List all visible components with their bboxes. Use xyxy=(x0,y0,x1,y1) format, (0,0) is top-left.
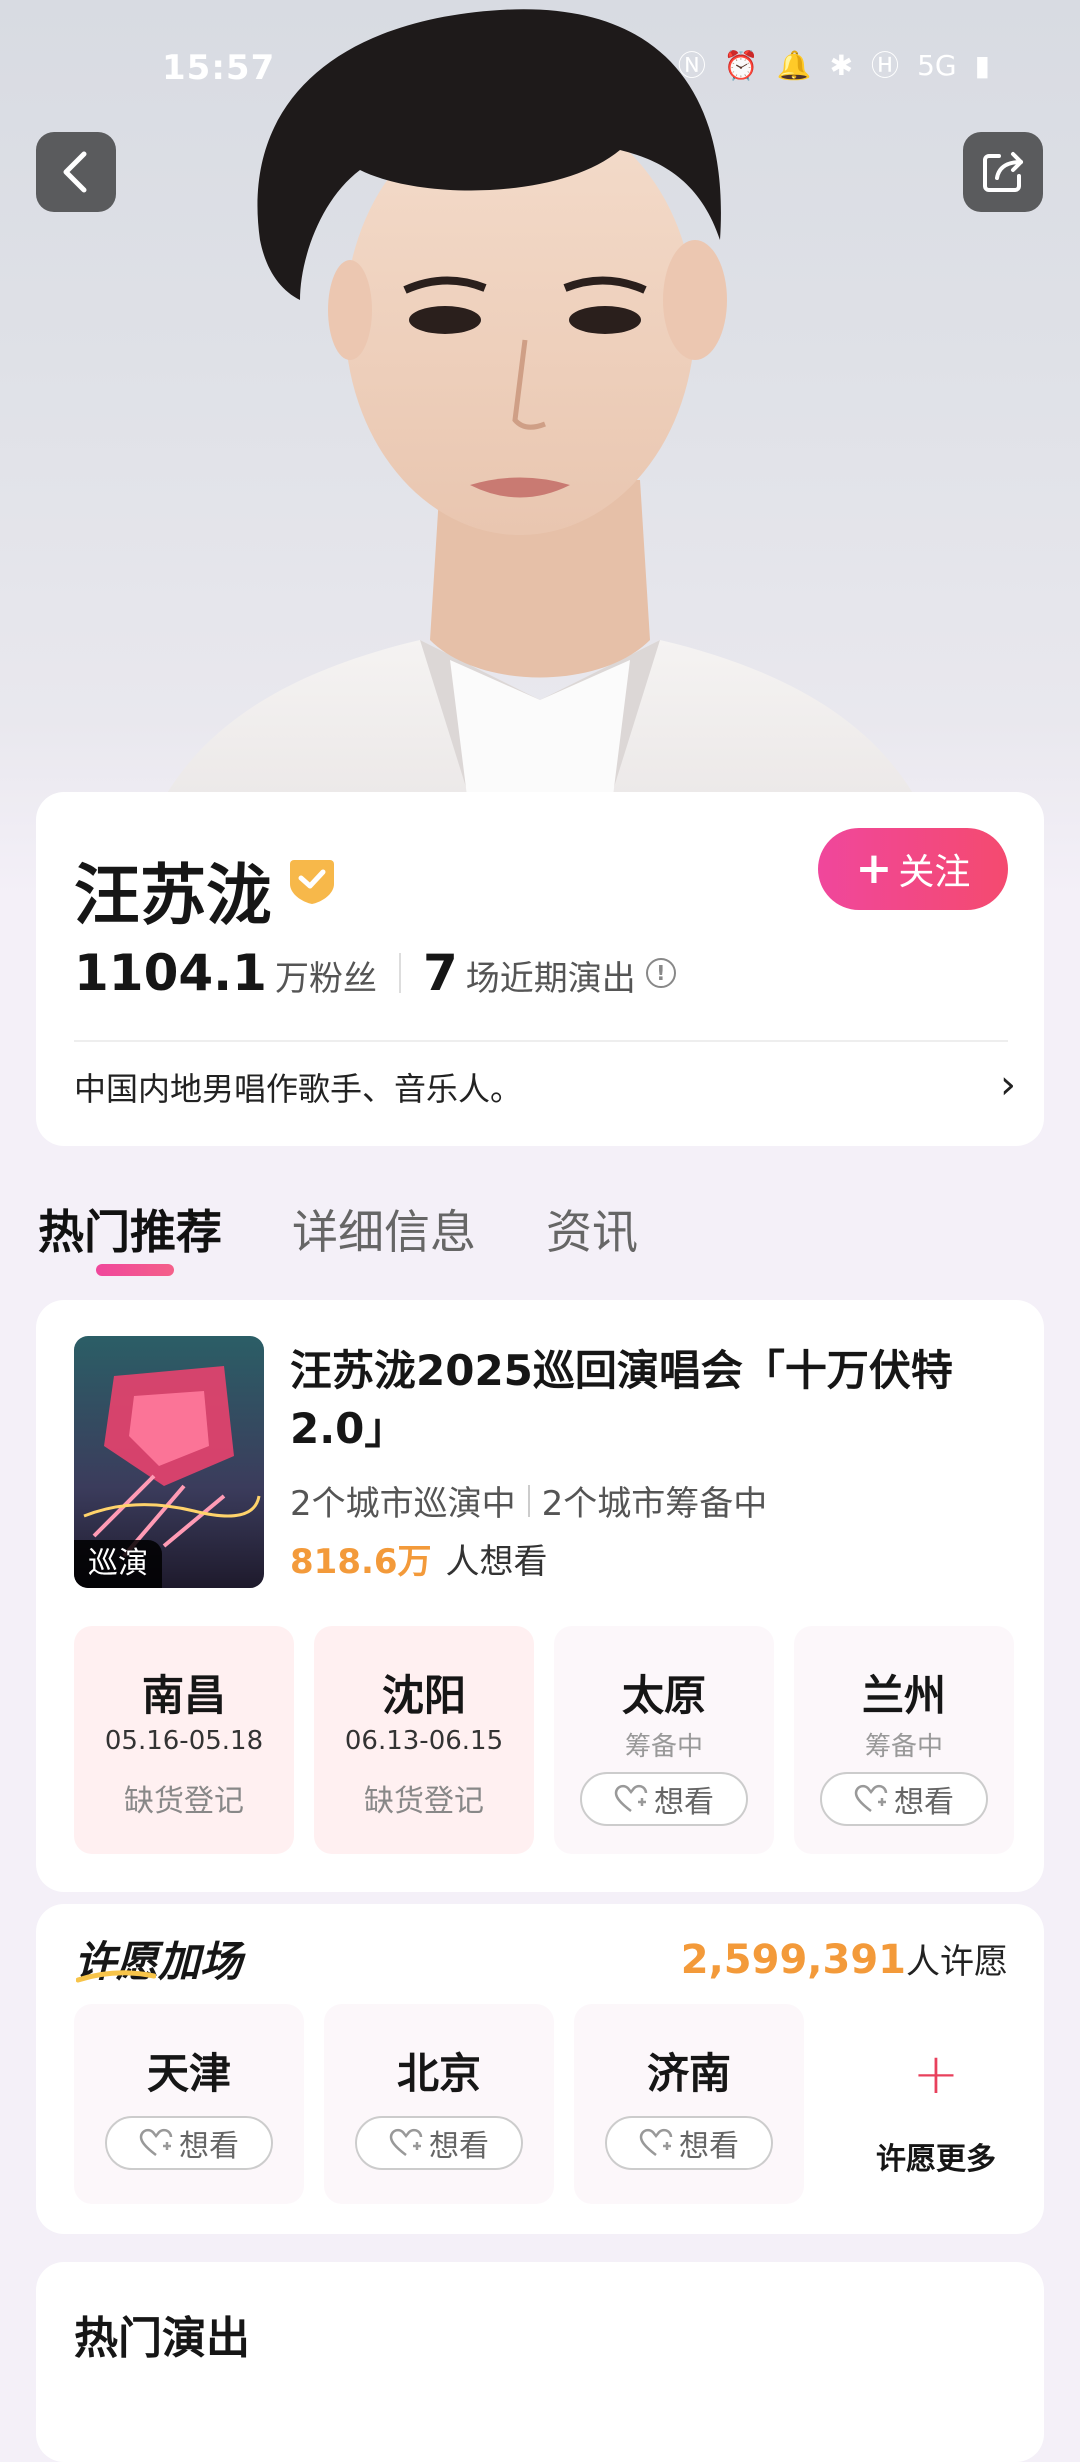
city-name: 兰州 xyxy=(861,1671,946,1720)
content-tabs: 热门推荐 详细信息 资讯 xyxy=(38,1196,638,1262)
hot-shows-section: 热门演出 xyxy=(36,2262,1044,2462)
follow-button[interactable]: + 关注 xyxy=(818,828,1008,910)
tab-hot-recommend[interactable]: 热门推荐 xyxy=(38,1196,222,1262)
want-label: 想看 xyxy=(654,1785,714,1820)
tour-card[interactable]: 巡演 汪苏泷2025巡回演唱会「十万伏特2.0」 2个城市巡演中 2个城市筹备中… xyxy=(36,1300,1044,1892)
tour-want-count: 818.6万 人想看 xyxy=(290,1534,548,1583)
city-pending-label: 筹备中 xyxy=(864,1732,943,1762)
poster-tag: 巡演 xyxy=(74,1540,162,1588)
wish-city-list: 天津 想看 北京 想看 济南 想看 xyxy=(74,2004,804,2204)
city-status: 缺货登记 xyxy=(364,1784,484,1819)
back-button[interactable] xyxy=(36,132,116,212)
want-button[interactable]: 想看 xyxy=(580,1772,748,1826)
want-suffix: 人想看 xyxy=(445,1542,548,1582)
battery-icon: ▮ xyxy=(974,49,990,82)
heart-plus-icon xyxy=(614,1784,648,1812)
alarm-icon: ⏰ xyxy=(723,49,759,82)
wish-more-button[interactable]: + 许愿更多 xyxy=(856,2004,1016,2204)
bluetooth-icon: ✱ xyxy=(829,49,854,82)
tour-title[interactable]: 汪苏泷2025巡回演唱会「十万伏特2.0」 xyxy=(290,1342,1010,1458)
heart-plus-icon xyxy=(139,2128,173,2156)
city-status: 缺货登记 xyxy=(124,1784,244,1819)
fans-count: 1104.1 xyxy=(74,944,267,1002)
share-icon xyxy=(983,152,1023,192)
tour-city-item[interactable]: 太原 筹备中 想看 xyxy=(554,1626,774,1854)
city-name: 天津 xyxy=(146,2049,231,2098)
city-name: 南昌 xyxy=(141,1671,226,1720)
city-pending-label: 筹备中 xyxy=(624,1732,703,1762)
tab-news[interactable]: 资讯 xyxy=(546,1196,638,1262)
active-tab-indicator xyxy=(96,1264,174,1276)
artist-stats: 1104.1 万粉丝 7 场近期演出 ! xyxy=(74,944,676,1002)
city-name: 太原 xyxy=(621,1671,706,1720)
want-label: 想看 xyxy=(179,2129,239,2164)
shows-count: 7 xyxy=(422,944,458,1002)
city-name: 济南 xyxy=(646,2049,731,2098)
hd-icon: Ⓗ xyxy=(871,49,900,82)
plus-icon: + xyxy=(855,843,893,894)
artist-bio[interactable]: 中国内地男唱作歌手、音乐人。 xyxy=(74,1064,522,1110)
verified-badge-icon xyxy=(290,860,334,904)
wish-count: 2,599,391人许愿 xyxy=(681,1934,1008,1983)
want-label: 想看 xyxy=(679,2129,739,2164)
city-name: 北京 xyxy=(396,2049,481,2098)
bell-icon: 🔔 xyxy=(776,49,812,82)
tour-city-item[interactable]: 兰州 筹备中 想看 xyxy=(794,1626,1014,1854)
preparing-cities: 2个城市筹备中 xyxy=(541,1484,768,1524)
tour-city-list: 南昌 05.16-05.18 缺货登记 沈阳 06.13-06.15 缺货登记 … xyxy=(74,1626,1014,1854)
want-number: 818.6万 xyxy=(290,1542,432,1582)
tab-details[interactable]: 详细信息 xyxy=(292,1196,476,1262)
want-label: 想看 xyxy=(429,2129,489,2164)
signal-5g-icon: 5G xyxy=(917,49,957,82)
artist-portrait-image xyxy=(130,9,950,900)
tour-meta: 2个城市巡演中 2个城市筹备中 xyxy=(290,1476,767,1525)
want-button[interactable]: 想看 xyxy=(105,2116,273,2170)
plus-icon: + xyxy=(912,2042,960,2107)
tour-city-item[interactable]: 南昌 05.16-05.18 缺货登记 xyxy=(74,1626,294,1854)
want-button[interactable]: 想看 xyxy=(605,2116,773,2170)
follow-label: 关注 xyxy=(898,852,971,893)
meta-divider xyxy=(527,1484,530,1517)
chevron-right-icon[interactable]: › xyxy=(1000,1062,1016,1108)
want-label: 想看 xyxy=(894,1785,954,1820)
city-date: 05.16-05.18 xyxy=(104,1726,264,1756)
wish-count-number: 2,599,391 xyxy=(680,1937,906,1983)
share-button[interactable] xyxy=(963,132,1043,212)
artist-hero-photo: 15:57 Ⓝ ⏰ 🔔 ✱ Ⓗ 5G ▮ xyxy=(0,0,1080,900)
info-icon[interactable]: ! xyxy=(645,958,676,988)
stats-divider xyxy=(398,953,401,993)
want-button[interactable]: 想看 xyxy=(820,1772,988,1826)
artist-info-card: 汪苏泷 + 关注 1104.1 万粉丝 7 场近期演出 ! 中国内地男唱作歌手、… xyxy=(36,792,1044,1146)
nfc-icon: Ⓝ xyxy=(677,49,706,82)
wish-city-item[interactable]: 天津 想看 xyxy=(74,2004,304,2204)
chevron-left-icon xyxy=(63,151,87,193)
wish-city-item[interactable]: 济南 想看 xyxy=(574,2004,804,2204)
status-bar: 15:57 Ⓝ ⏰ 🔔 ✱ Ⓗ 5G ▮ xyxy=(0,0,1080,130)
wish-extra-show-card: 许愿加场 2,599,391人许愿 天津 想看 北京 想看 济南 想看 + 许愿… xyxy=(36,1904,1044,2234)
wish-city-item[interactable]: 北京 想看 xyxy=(324,2004,554,2204)
status-time: 15:57 xyxy=(162,48,276,88)
city-date: 06.13-06.15 xyxy=(344,1726,504,1756)
heart-plus-icon xyxy=(854,1784,888,1812)
heart-plus-icon xyxy=(389,2128,423,2156)
heart-plus-icon xyxy=(639,2128,673,2156)
shows-unit: 场近期演出 xyxy=(465,959,636,999)
city-name: 沈阳 xyxy=(381,1671,466,1720)
status-icons: Ⓝ ⏰ 🔔 ✱ Ⓗ 5G ▮ xyxy=(678,46,990,86)
touring-cities: 2个城市巡演中 xyxy=(290,1484,516,1524)
want-button[interactable]: 想看 xyxy=(355,2116,523,2170)
card-divider xyxy=(74,1040,1008,1042)
wish-more-label: 许愿更多 xyxy=(876,2142,996,2177)
tour-city-item[interactable]: 沈阳 06.13-06.15 缺货登记 xyxy=(314,1626,534,1854)
wish-swoosh-decoration xyxy=(76,1970,156,1983)
fans-unit: 万粉丝 xyxy=(274,959,377,999)
wish-count-suffix: 人许愿 xyxy=(906,1942,1008,1982)
hot-shows-title: 热门演出 xyxy=(74,2313,250,2364)
artist-name: 汪苏泷 xyxy=(74,857,272,934)
tour-poster[interactable]: 巡演 xyxy=(74,1336,264,1588)
